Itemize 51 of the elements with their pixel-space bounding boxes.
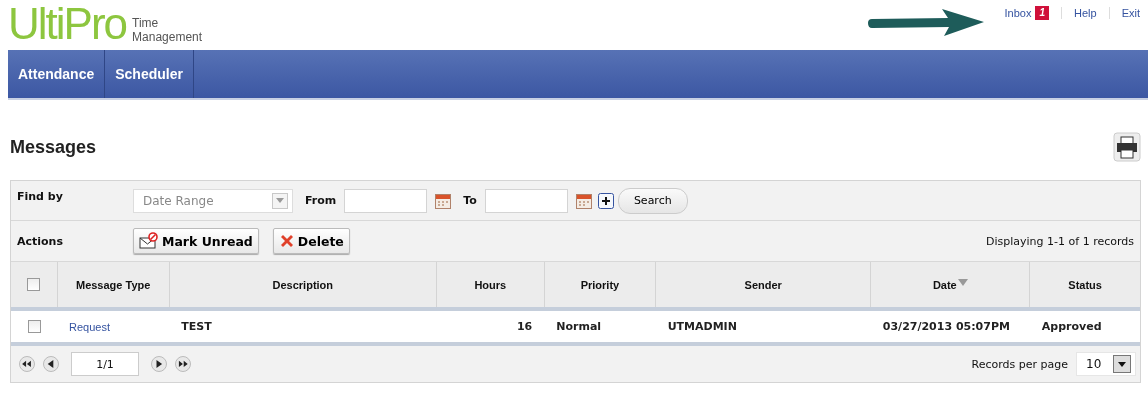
table-cell: Normal: [556, 320, 602, 333]
count-badge: 1: [1035, 6, 1050, 20]
table-cell: 03/27/2013 05:07PM: [882, 320, 1010, 333]
nav-tab[interactable]: Scheduler: [105, 50, 194, 98]
per-page-dropdown[interactable]: 10: [1076, 352, 1136, 376]
calendar-icon[interactable]: [435, 192, 452, 209]
checkbox[interactable]: [27, 278, 41, 292]
delete-button[interactable]: Delete: [272, 228, 350, 254]
checkbox[interactable]: [27, 320, 41, 334]
message-type-link[interactable]: Request: [69, 320, 110, 333]
column-header[interactable]: Priority: [580, 278, 620, 291]
add-icon[interactable]: [597, 192, 614, 209]
calendar-icon[interactable]: [575, 192, 592, 209]
next-page-icon[interactable]: [151, 356, 167, 372]
column-header[interactable]: Sender: [744, 278, 782, 291]
table-cell: TEST: [181, 320, 212, 333]
record-count: Displaying 1-1 of 1 records: [986, 234, 1134, 248]
column-header[interactable]: Hours: [474, 278, 507, 291]
to-date-field[interactable]: [484, 188, 568, 213]
field-label: Records per page: [971, 357, 1068, 371]
column-header[interactable]: Message Type: [75, 278, 151, 291]
search-button[interactable]: Search: [617, 187, 688, 214]
table-cell: UTMADMIN: [667, 320, 737, 333]
inbox-link[interactable]: Inbox: [1004, 7, 1032, 19]
caret-icon: [276, 198, 284, 203]
from-date-field[interactable]: [344, 188, 428, 213]
envelope-icon: [139, 232, 159, 250]
header-link[interactable]: Exit: [1108, 7, 1140, 19]
column-header[interactable]: Description: [272, 278, 334, 291]
previous-page-icon[interactable]: [43, 356, 59, 372]
table-cell: Approved: [1041, 320, 1102, 333]
field-label: Find by: [17, 189, 64, 203]
page-field[interactable]: 1/1: [71, 352, 139, 376]
last-page-icon[interactable]: [175, 356, 191, 372]
first-page-icon[interactable]: [19, 356, 35, 372]
page-title: Messages: [10, 136, 97, 158]
field-label: To: [463, 194, 477, 207]
header-link[interactable]: Help: [1061, 7, 1109, 19]
type-dropdown[interactable]: Date Range: [133, 188, 293, 213]
field-label: From: [305, 194, 337, 207]
table-cell: 16: [516, 320, 533, 333]
column-header[interactable]: Date: [932, 278, 957, 291]
caret-icon: [1118, 361, 1126, 367]
column-header[interactable]: Status: [1068, 278, 1102, 291]
field-label: Actions: [17, 234, 64, 248]
logo: UltiPro: [8, 2, 127, 46]
nav-tab[interactable]: Attendance: [8, 50, 106, 98]
product-name: Management: [132, 30, 203, 44]
mark-unread-button[interactable]: Mark Unread: [133, 228, 259, 254]
product-name: Time: [132, 16, 160, 30]
print-icon[interactable]: [1113, 132, 1141, 162]
